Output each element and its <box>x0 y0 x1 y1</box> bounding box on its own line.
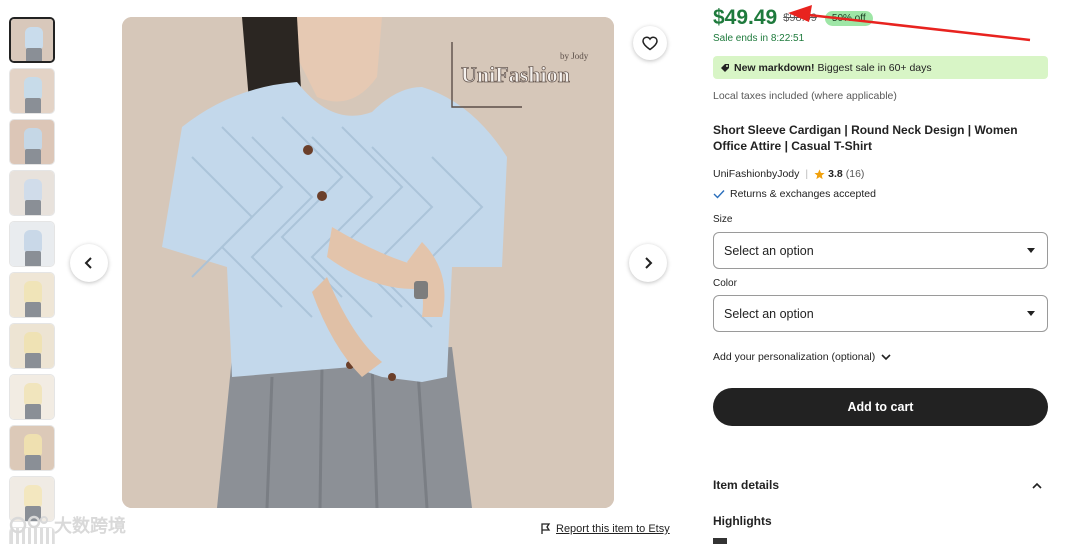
thumbnail-strip <box>9 17 57 544</box>
watermark: 大数跨境 <box>8 512 126 538</box>
report-item-label: Report this item to Etsy <box>556 523 670 535</box>
thumbnail-image[interactable] <box>9 170 55 216</box>
price-row: $49.49 $98.99 50% off <box>713 6 873 30</box>
checkmark-icon <box>713 190 725 199</box>
sale-countdown: Sale ends in 8:22:51 <box>713 33 805 44</box>
highlight-icon <box>713 538 727 544</box>
highlights-heading: Highlights <box>713 514 772 528</box>
report-item-link[interactable]: Report this item to Etsy <box>540 523 670 535</box>
thumbnail-image[interactable] <box>9 17 55 63</box>
color-select-value: Select an option <box>724 306 814 321</box>
star-icon <box>814 168 825 179</box>
size-select-value: Select an option <box>724 243 814 258</box>
product-title: Short Sleeve Cardigan | Round Neck Desig… <box>713 123 1018 153</box>
personalization-toggle[interactable]: Add your personalization (optional) <box>713 351 891 363</box>
review-count[interactable]: (16) <box>846 168 865 180</box>
thumbnail-image[interactable] <box>9 323 55 369</box>
markdown-text: Biggest sale in 60+ days <box>817 61 932 74</box>
heart-icon <box>642 35 658 50</box>
item-details-toggle[interactable]: Item details <box>713 478 1048 492</box>
chevron-down-icon <box>881 353 891 360</box>
thumbnail-image[interactable] <box>9 425 55 471</box>
shop-info: UniFashionbyJody | 3.8 (16) <box>713 168 864 180</box>
separator: | <box>805 168 809 180</box>
favorite-button[interactable] <box>633 26 667 60</box>
current-price: $49.49 <box>713 6 778 29</box>
markdown-banner: New markdown! Biggest sale in 60+ days <box>713 56 1048 79</box>
svg-text:by Jody: by Jody <box>560 51 589 61</box>
color-label: Color <box>713 278 737 289</box>
add-to-cart-button[interactable]: Add to cart <box>713 388 1048 426</box>
thumbnail-image[interactable] <box>9 68 55 114</box>
watermark-text: 大数跨境 <box>54 516 126 536</box>
next-image-button[interactable] <box>629 244 667 282</box>
chevron-right-icon <box>645 257 653 269</box>
personalization-label: Add your personalization (optional) <box>713 351 876 363</box>
size-label: Size <box>713 214 733 225</box>
watermark-logo-icon <box>9 515 48 534</box>
returns-text: Returns & exchanges accepted <box>730 188 876 200</box>
previous-image-button[interactable] <box>70 244 108 282</box>
thumbnail-image[interactable] <box>9 119 55 165</box>
returns-note: Returns & exchanges accepted <box>713 188 876 200</box>
taxes-note: Local taxes included (where applicable) <box>713 90 897 102</box>
shop-rating: 3.8 <box>828 168 843 180</box>
discount-badge: 50% off <box>824 10 873 26</box>
main-product-image[interactable]: UniFashion by Jody <box>122 17 614 508</box>
flag-icon <box>541 523 551 534</box>
color-select[interactable]: Select an option <box>713 295 1048 332</box>
shop-name-link[interactable]: UniFashionbyJody <box>713 168 799 180</box>
chevron-left-icon <box>84 257 92 269</box>
thumbnail-image[interactable] <box>9 272 55 318</box>
markdown-title: New markdown! <box>734 61 815 74</box>
svg-text:UniFashion: UniFashion <box>461 62 570 87</box>
size-select[interactable]: Select an option <box>713 232 1048 269</box>
thumbnail-image[interactable] <box>9 374 55 420</box>
thumbnail-image[interactable] <box>9 221 55 267</box>
caret-down-icon <box>1027 248 1035 253</box>
tag-icon <box>721 63 729 72</box>
chevron-up-icon <box>1032 482 1042 489</box>
item-details-heading: Item details <box>713 478 780 492</box>
caret-down-icon <box>1027 311 1035 316</box>
original-price: $98.99 <box>783 12 817 24</box>
